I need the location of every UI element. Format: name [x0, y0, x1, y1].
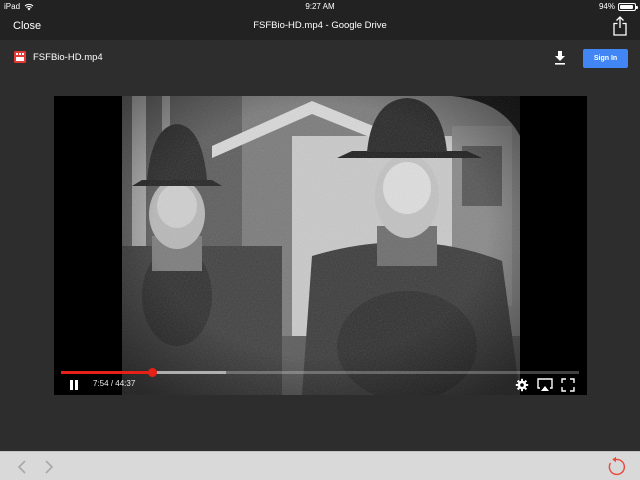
file-name: FSFBio-HD.mp4	[33, 52, 103, 63]
battery-percent: 94%	[598, 2, 615, 11]
duration: 44:37	[115, 379, 136, 388]
download-icon[interactable]	[553, 50, 567, 66]
pause-icon[interactable]	[67, 378, 81, 392]
time-display: 7:54 / 44:37	[93, 379, 135, 388]
status-bar: iPad 9:27 AM 94%	[0, 0, 640, 13]
airplay-icon[interactable]	[537, 378, 553, 392]
video-player[interactable]: 7:54 / 44:37	[54, 96, 587, 395]
battery-icon	[618, 2, 638, 11]
drive-header: FSFBio-HD.mp4 Sign In	[0, 40, 640, 76]
share-icon[interactable]	[612, 16, 628, 36]
gear-icon[interactable]	[515, 378, 529, 392]
time-separator: /	[110, 379, 114, 388]
progress-bar[interactable]	[61, 368, 579, 377]
progress-played	[61, 371, 153, 374]
nav-bar: Close FSFBio-HD.mp4 - Google Drive	[0, 13, 640, 40]
chevron-right-icon[interactable]	[43, 459, 55, 475]
close-button[interactable]: Close	[13, 20, 41, 32]
bottom-toolbar	[0, 451, 640, 480]
reload-icon[interactable]	[605, 456, 627, 478]
sign-in-button[interactable]: Sign In	[583, 49, 628, 68]
video-file-icon	[14, 51, 26, 63]
current-time: 7:54	[93, 379, 109, 388]
fullscreen-icon[interactable]	[561, 378, 575, 392]
video-frame	[122, 96, 520, 395]
page-title: FSFBio-HD.mp4 - Google Drive	[253, 20, 387, 31]
status-time: 9:27 AM	[305, 2, 335, 11]
chevron-left-icon[interactable]	[16, 459, 28, 475]
